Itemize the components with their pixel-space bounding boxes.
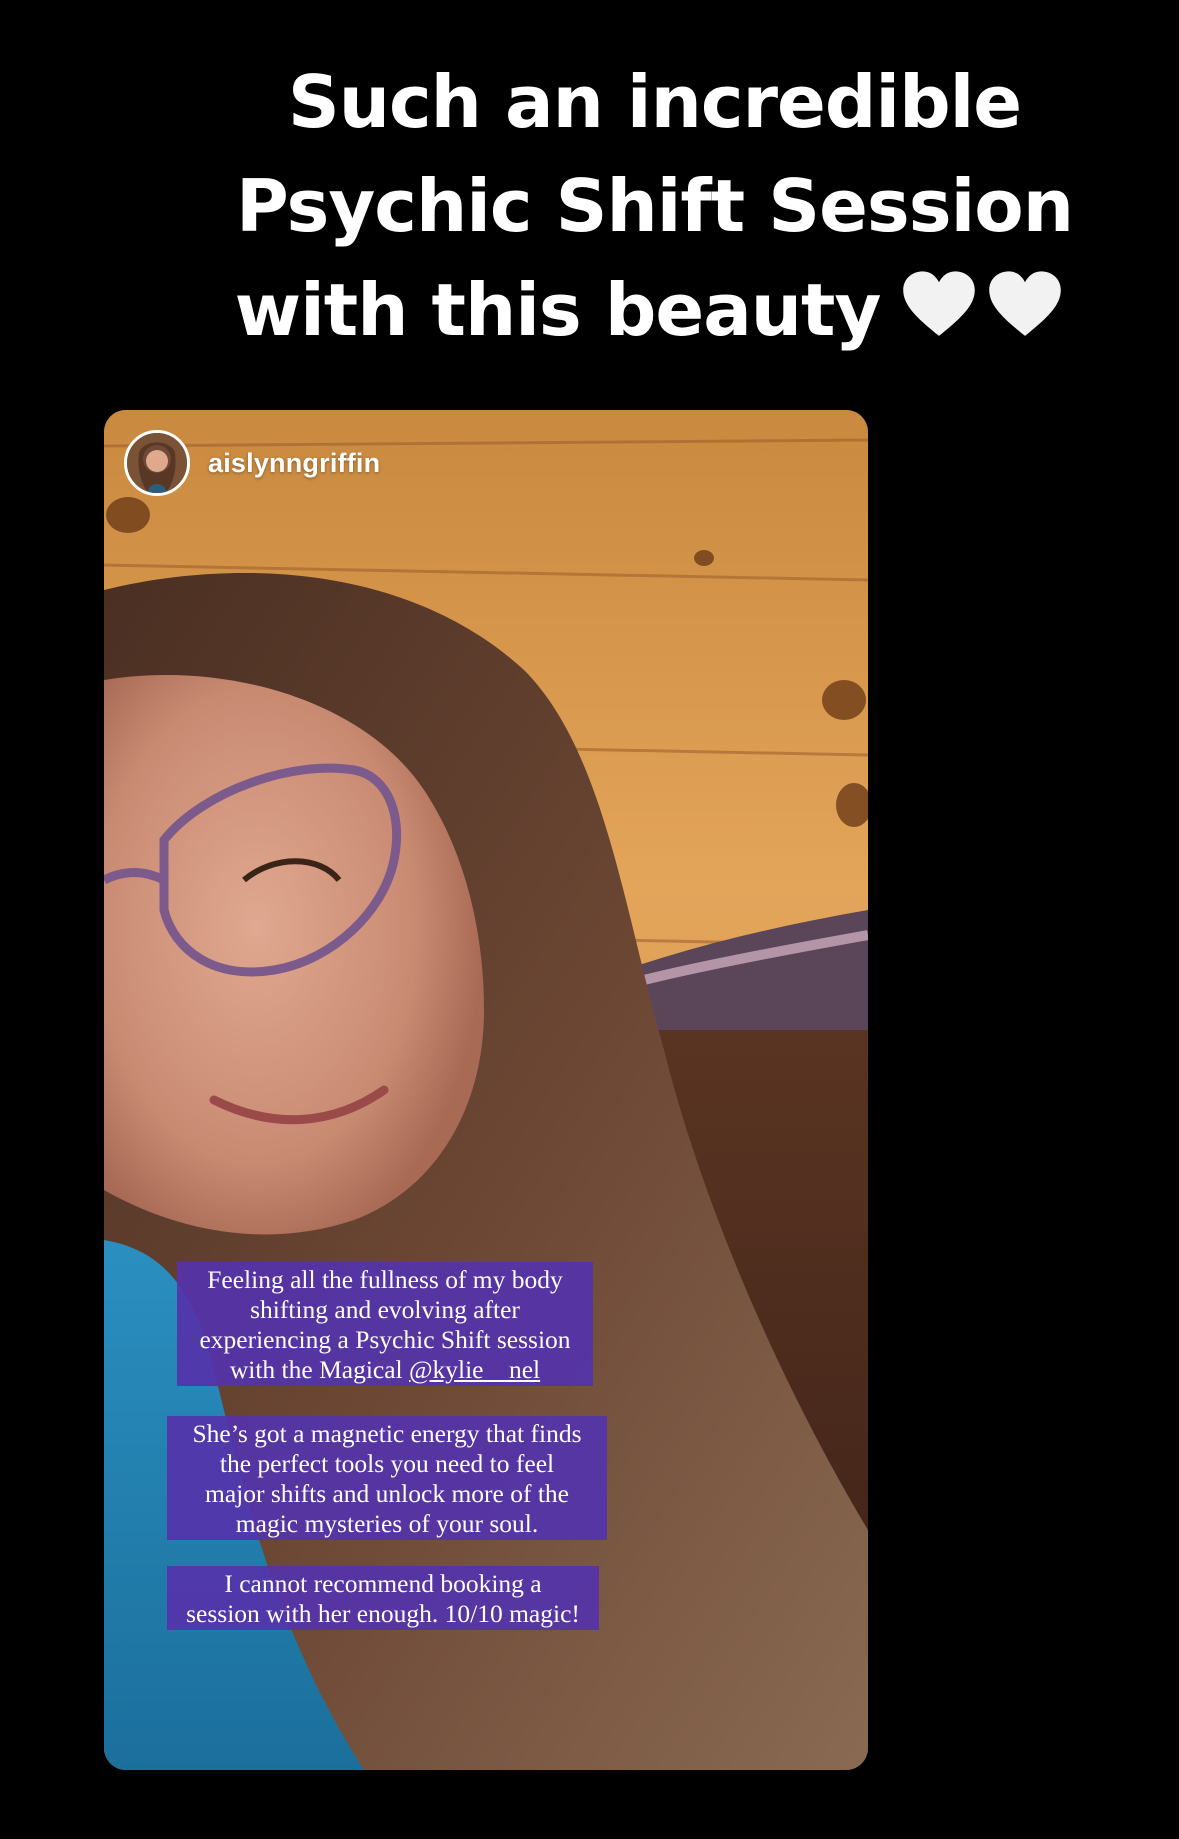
hearts-group xyxy=(892,262,1064,366)
text-line: shifting and evolving after xyxy=(250,1295,520,1324)
text-line: Feeling all the fullness of my body xyxy=(207,1265,563,1294)
text-line: She’s got a magnetic energy that finds xyxy=(192,1419,582,1448)
white-heart-icon xyxy=(900,269,978,339)
white-heart-icon xyxy=(986,269,1064,339)
story-text-box-2: She’s got a magnetic energy that finds t… xyxy=(167,1416,607,1540)
caption-line-3: with this beauty xyxy=(234,268,882,352)
caption-line-1: Such an incredible xyxy=(287,60,1022,144)
profile-photo-avatar[interactable] xyxy=(124,430,190,496)
text-line: with the Magical xyxy=(229,1355,410,1384)
shared-story-card[interactable]: aislynngriffin Feeling all the fullness … xyxy=(104,410,868,1770)
story-caption: Such an incredible Psychic Shift Session… xyxy=(0,50,1179,366)
text-line: session with her enough. 10/10 magic! xyxy=(186,1599,580,1628)
text-line: magic mysteries of your soul. xyxy=(235,1509,539,1538)
story-username[interactable]: aislynngriffin xyxy=(208,448,380,479)
story-author[interactable]: aislynngriffin xyxy=(124,430,380,496)
text-line-with-mention: with the Magical @kylie__nel xyxy=(183,1355,587,1385)
caption-line-2: Psychic Shift Session xyxy=(235,164,1074,248)
text-line: the perfect tools you need to feel xyxy=(219,1449,555,1478)
story-text-box-3: I cannot recommend booking a session wit… xyxy=(167,1566,599,1630)
story-text-box-1: Feeling all the fullness of my body shif… xyxy=(177,1262,593,1386)
mention-link[interactable]: @kylie__nel xyxy=(409,1355,540,1384)
text-line: major shifts and unlock more of the xyxy=(205,1479,569,1508)
text-line: I cannot recommend booking a xyxy=(224,1569,542,1598)
text-line: experiencing a Psychic Shift session xyxy=(199,1325,571,1354)
caption-line-3-wrap: with this beauty xyxy=(0,258,1179,366)
